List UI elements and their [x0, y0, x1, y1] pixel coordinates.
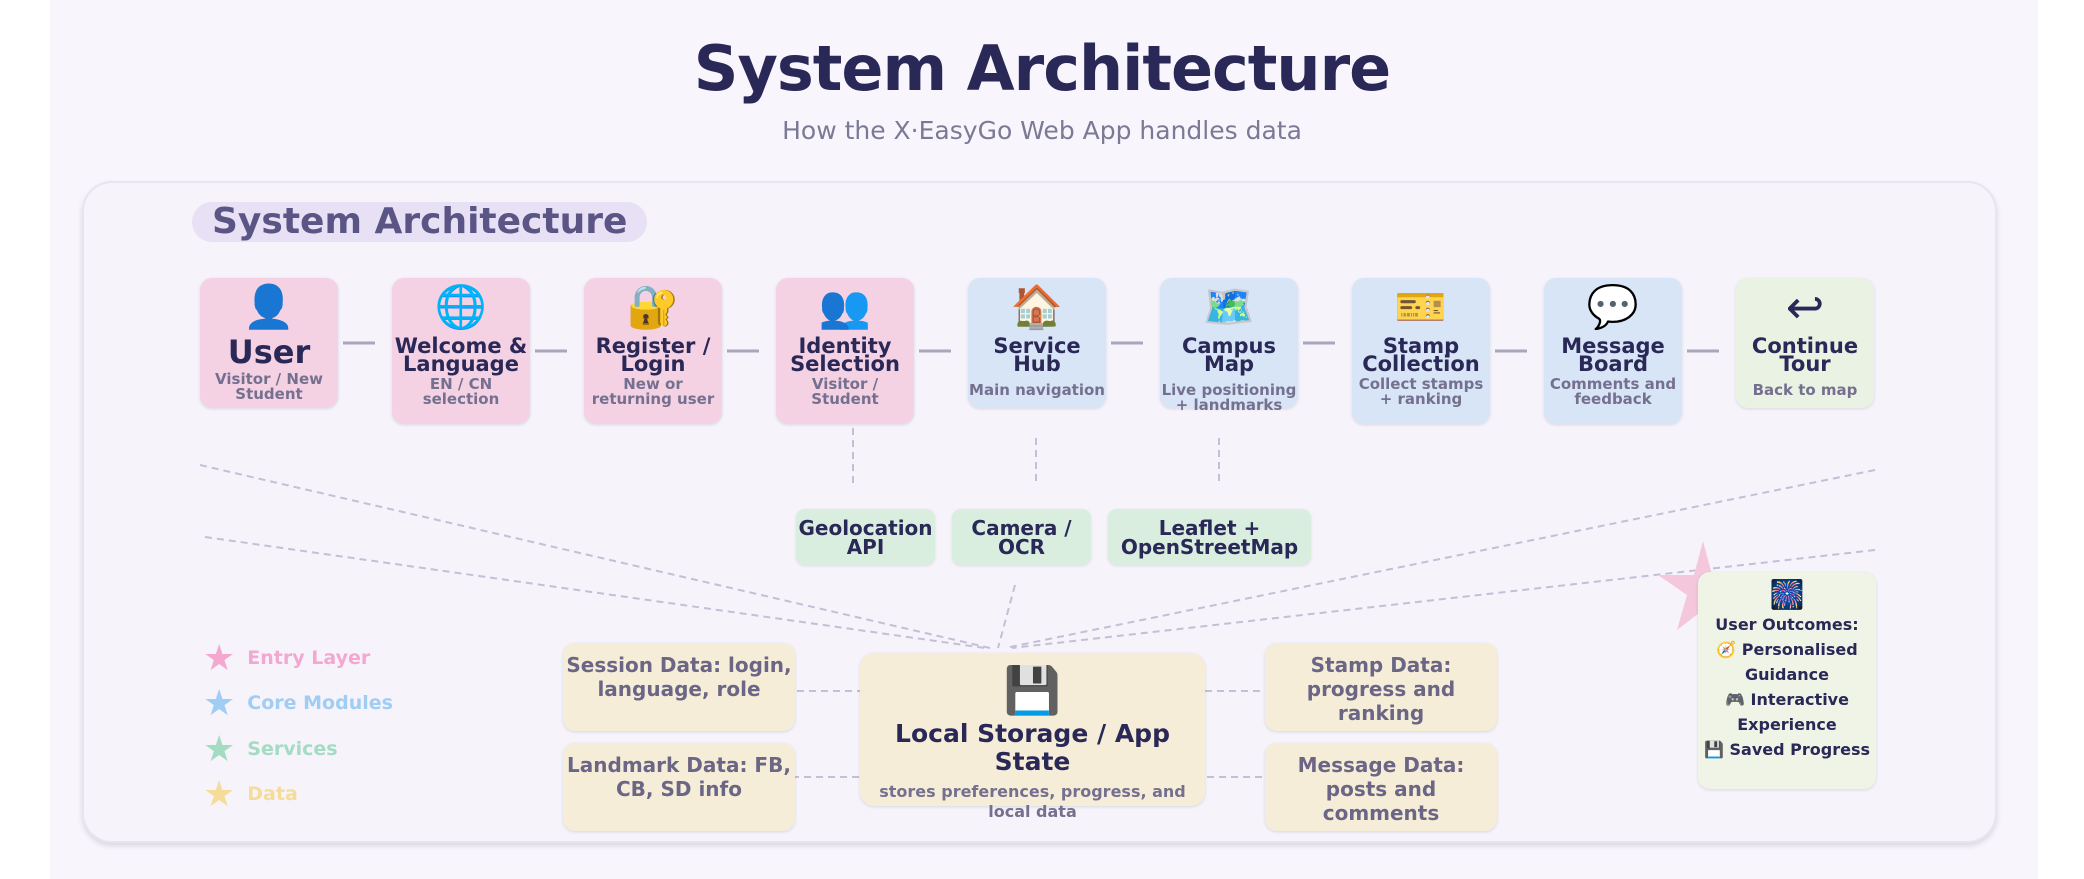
flow-card-subtitle: Main navigation: [969, 381, 1105, 399]
service-geolocation: Geolocation API: [796, 509, 935, 565]
data-card-stamp: Stamp Data: progress and ranking: [1265, 643, 1497, 731]
legend-core-modules: ★ Core Modules: [203, 683, 393, 724]
outcome-item: 🎮 Interactive Experience: [1725, 690, 1849, 734]
flow-card-subtitle: Visitor / New Student: [215, 370, 323, 403]
flow-card-subtitle: Comments and feedback: [1549, 375, 1677, 408]
legend-entry-layer: ★ Entry Layer: [203, 638, 370, 679]
return-arrow-icon: ↩: [1785, 280, 1825, 334]
flow-card-subtitle: Back to map: [1752, 381, 1858, 399]
flow-card-title: User: [227, 333, 311, 371]
flow-card-subtitle: EN / CN selection: [422, 375, 500, 408]
outcomes-title: User Outcomes:: [1715, 615, 1859, 634]
user-icon: 👤: [242, 282, 296, 331]
lock-icon: 🔐: [626, 282, 680, 331]
flow-card-service-hub: 🏠 Service Hub Main navigation: [968, 278, 1106, 408]
flow-card-stamp: 🎫 Stamp Collection Collect stamps + rank…: [1352, 278, 1490, 424]
legend-label: Core Modules: [247, 692, 393, 714]
fireworks-icon: 🎆: [1769, 578, 1805, 611]
flow-card-title: Register / Login: [595, 334, 711, 376]
flow-card-subtitle: Live positioning + landmarks: [1161, 381, 1297, 414]
flow-card-campus-map: 🗺️ Campus Map Live positioning + landmar…: [1160, 278, 1298, 413]
legend-label: Entry Layer: [247, 647, 371, 669]
outcome-item: 💾 Saved Progress: [1704, 740, 1870, 759]
storage-title: Local Storage / App State: [895, 719, 1170, 776]
data-card-landmark: Landmark Data: FB, CB, SD info: [563, 743, 795, 831]
flow-card-title: Welcome & Language: [394, 334, 528, 376]
globe-icon: 🌐: [434, 282, 488, 331]
data-card-session: Session Data: login, language, role: [563, 643, 795, 731]
user-outcomes-card: 🎆 User Outcomes: 🧭 Personalised Guidance…: [1698, 572, 1876, 789]
flow-card-title: Identity Selection: [790, 334, 900, 376]
star-icon: ★: [203, 638, 236, 679]
star-icon: ★: [203, 774, 236, 815]
flow-card-continue-tour: ↩ Continue Tour Back to map: [1736, 278, 1874, 408]
flow-card-welcome: 🌐 Welcome & Language EN / CN selection: [392, 278, 530, 424]
speech-bubble-icon: 💬: [1586, 282, 1640, 331]
star-icon: ★: [203, 683, 236, 724]
storage-subtitle: stores preferences, progress, and local …: [879, 782, 1186, 821]
flow-card-title: Message Board: [1561, 334, 1665, 376]
local-storage-card: 💾 Local Storage / App State stores prefe…: [860, 653, 1205, 821]
star-icon: ★: [203, 729, 236, 770]
flow-card-title: Continue Tour: [1751, 334, 1859, 376]
legend-label: Services: [247, 738, 338, 760]
flow-card-title: Stamp Collection: [1362, 334, 1480, 376]
legend-label: Data: [247, 783, 298, 805]
data-card-message: Message Data: posts and comments: [1265, 743, 1497, 831]
flow-card-title: Campus Map: [1182, 334, 1276, 376]
service-camera-ocr: Camera / OCR: [952, 509, 1091, 565]
ticket-icon: 🎫: [1394, 282, 1448, 331]
flow-card-identity: 👥 Identity Selection Visitor / Student: [776, 278, 914, 424]
legend-services: ★ Services: [203, 729, 338, 770]
floppy-disk-icon: 💾: [1003, 663, 1062, 717]
flow-card-title: Service Hub: [993, 334, 1081, 376]
flow-card-user: 👤 User Visitor / New Student: [200, 278, 338, 408]
flow-card-subtitle: Collect stamps + ranking: [1358, 375, 1484, 408]
service-leaflet: Leaflet + OpenStreetMap: [1108, 509, 1311, 565]
flow-card-message-board: 💬 Message Board Comments and feedback: [1544, 278, 1682, 424]
legend-data: ★ Data: [203, 774, 298, 815]
house-icon: 🏠: [1010, 282, 1064, 331]
flow-card-subtitle: Visitor / Student: [811, 375, 879, 408]
users-icon: 👥: [818, 282, 872, 331]
flow-card-subtitle: New or returning user: [591, 375, 715, 408]
flow-card-register: 🔐 Register / Login New or returning user: [584, 278, 722, 424]
map-icon: 🗺️: [1202, 282, 1256, 331]
outcome-item: 🧭 Personalised Guidance: [1716, 640, 1858, 684]
